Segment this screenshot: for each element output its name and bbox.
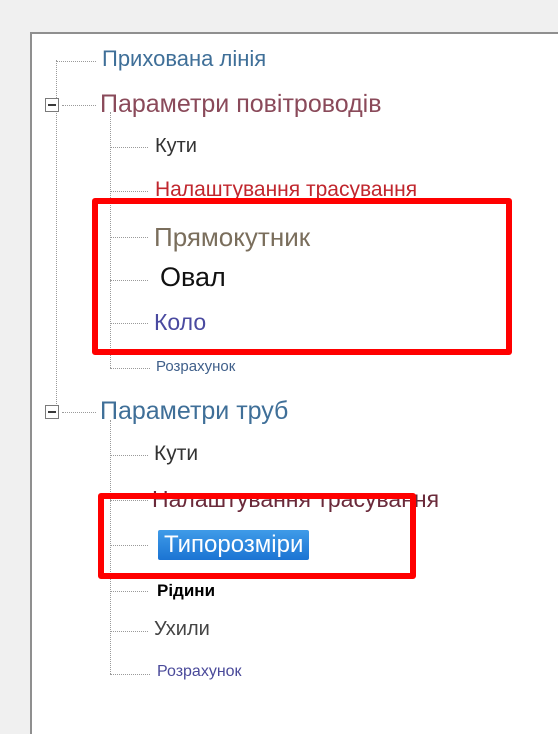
tree-connector [56, 60, 57, 410]
tree-item-slopes[interactable]: Ухили [154, 619, 210, 639]
tree-item-fluids[interactable]: Рідини [157, 582, 215, 599]
tree-connector [110, 191, 148, 192]
settings-tree: Прихована лінія Параметри повітроводів К… [0, 0, 558, 715]
tree-connector [56, 61, 96, 62]
collapse-icon[interactable] [45, 98, 59, 112]
tree-connector [110, 631, 148, 632]
tree-connector [62, 412, 96, 413]
tree-connector [110, 147, 148, 148]
tree-connector [110, 674, 150, 675]
tree-item-pipe-parameters[interactable]: Параметри труб [100, 399, 288, 424]
tree-item-duct-calculation[interactable]: Розрахунок [156, 359, 235, 374]
tree-item-hidden-line[interactable]: Прихована лінія [102, 48, 266, 70]
highlight-box-sizes [98, 493, 416, 579]
tree-connector [110, 368, 150, 369]
tree-connector [110, 455, 148, 456]
tree-connector [62, 105, 96, 106]
tree-item-duct-angles[interactable]: Кути [155, 136, 197, 156]
tree-item-duct-routing[interactable]: Налаштування трасування [155, 179, 417, 200]
tree-item-duct-parameters[interactable]: Параметри повітроводів [100, 92, 382, 117]
tree-connector [110, 591, 148, 592]
highlight-box-duct-shapes [92, 198, 512, 355]
tree-item-pipe-angles[interactable]: Кути [154, 443, 198, 464]
tree-item-pipe-calculation[interactable]: Розрахунок [157, 664, 242, 680]
collapse-icon[interactable] [45, 405, 59, 419]
